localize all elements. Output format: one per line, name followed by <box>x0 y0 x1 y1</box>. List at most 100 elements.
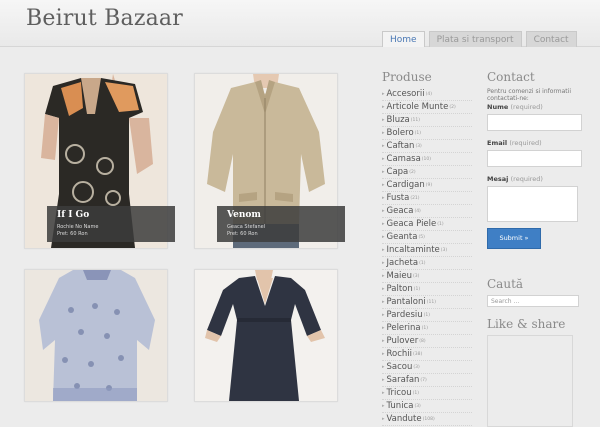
category-item[interactable]: ▸ Geanta(5) <box>382 231 472 244</box>
product-subtitle: Rochie No Name <box>57 224 99 230</box>
category-item[interactable]: ▸ Pardesiu(1) <box>382 309 472 322</box>
category-count: (3) <box>415 144 422 149</box>
category-item[interactable]: ▸ Geaca(4) <box>382 205 472 218</box>
product-card[interactable] <box>24 269 168 402</box>
category-name[interactable]: Caftan <box>387 141 415 151</box>
site-title[interactable]: Beirut Bazaar <box>26 6 183 31</box>
arrow-right-icon: ▸ <box>382 260 385 266</box>
category-item[interactable]: ▸ Cardigan(9) <box>382 179 472 192</box>
category-item[interactable]: ▸ Pelerina(1) <box>382 322 472 335</box>
site-header: Beirut Bazaar Home Plata si transport Co… <box>0 0 600 47</box>
submit-button[interactable]: Submit » <box>487 228 541 249</box>
category-name[interactable]: Sacou <box>387 362 413 372</box>
category-item[interactable]: ▸ Vandute(108) <box>382 413 472 426</box>
product-photo[interactable] <box>25 270 167 401</box>
category-name[interactable]: Geanta <box>387 232 418 242</box>
nav-tab-contact[interactable]: Contact <box>525 31 577 47</box>
category-count: (1) <box>421 326 428 331</box>
category-name[interactable]: Pantaloni <box>387 297 426 307</box>
category-name[interactable]: Fusta <box>387 193 410 203</box>
product-photo[interactable] <box>195 270 337 401</box>
category-name[interactable]: Vandute <box>387 414 422 424</box>
category-name[interactable]: Jacheta <box>387 258 419 268</box>
category-item[interactable]: ▸ Pantaloni(11) <box>382 296 472 309</box>
category-count: (1) <box>414 131 422 136</box>
category-item[interactable]: ▸ Pulover(8) <box>382 335 472 348</box>
sidebar-widgets: Contact Pentru comenzi si informatii con… <box>487 70 582 427</box>
category-item[interactable]: ▸ Palton(1) <box>382 283 472 296</box>
email-required: (required) <box>509 139 542 147</box>
category-count: (1) <box>423 313 430 318</box>
category-count: (11) <box>426 300 436 305</box>
category-name[interactable]: Palton <box>387 284 413 294</box>
name-label-text: Nume <box>487 103 509 111</box>
category-name[interactable]: Accesorii <box>387 89 425 99</box>
product-title[interactable]: Venom <box>227 210 261 220</box>
category-count: (3) <box>440 248 448 253</box>
category-count: (108) <box>422 417 435 422</box>
category-name[interactable]: Pardesiu <box>387 310 423 320</box>
product-title[interactable]: If I Go <box>57 210 89 220</box>
message-required: (required) <box>510 175 543 183</box>
category-count: (3) <box>413 274 420 279</box>
category-item[interactable]: ▸ Maieu(3) <box>382 270 472 283</box>
arrow-right-icon: ▸ <box>382 273 385 279</box>
nav-tab-home[interactable]: Home <box>382 31 425 47</box>
email-label: Email (required) <box>487 139 579 148</box>
contact-title: Contact <box>487 70 535 84</box>
category-name[interactable]: Geaca Piele <box>387 219 437 229</box>
category-name[interactable]: Bolero <box>387 128 414 138</box>
category-name[interactable]: Articole Munte <box>387 102 449 112</box>
category-item[interactable]: ▸ Camasa(10) <box>382 153 472 166</box>
category-item[interactable]: ▸ Geaca Piele(1) <box>382 218 472 231</box>
category-name[interactable]: Geaca <box>387 206 414 216</box>
category-item[interactable]: ▸ Sacou(3) <box>382 361 472 374</box>
category-item[interactable]: ▸ Tunica(3) <box>382 400 472 413</box>
category-count: (1) <box>412 391 419 396</box>
category-item[interactable]: ▸ Caftan(3) <box>382 140 472 153</box>
category-item[interactable]: ▸ Capa(2) <box>382 166 472 179</box>
category-item[interactable]: ▸ Jacheta(1) <box>382 257 472 270</box>
message-field[interactable] <box>487 186 578 222</box>
category-name[interactable]: Camasa <box>387 154 421 164</box>
search-input[interactable]: Search ... <box>487 295 579 307</box>
arrow-right-icon: ▸ <box>382 234 385 240</box>
category-count: (9) <box>425 183 433 188</box>
arrow-right-icon: ▸ <box>382 338 385 344</box>
category-name[interactable]: Cardigan <box>387 180 425 190</box>
category-name[interactable]: Bluza <box>387 115 410 125</box>
category-name[interactable]: Tunica <box>387 401 414 411</box>
category-name[interactable]: Rochii <box>387 349 413 359</box>
category-name[interactable]: Maieu <box>387 271 413 281</box>
name-field[interactable] <box>487 114 582 131</box>
category-name[interactable]: Sarafan <box>387 375 420 385</box>
category-count: (3) <box>414 404 421 409</box>
category-item[interactable]: ▸ Tricou(1) <box>382 387 472 400</box>
arrow-right-icon: ▸ <box>382 299 385 305</box>
main-nav: Home Plata si transport Contact <box>382 31 577 47</box>
product-card[interactable] <box>194 269 338 402</box>
category-item[interactable]: ▸ Incaltaminte(3) <box>382 244 472 257</box>
product-card[interactable]: If I Go Rochie No Name Pret: 60 Ron <box>24 73 175 249</box>
category-item[interactable]: ▸ Fusta(21) <box>382 192 472 205</box>
email-field[interactable] <box>487 150 582 167</box>
category-count: (5) <box>418 235 425 240</box>
arrow-right-icon: ▸ <box>382 130 385 136</box>
product-card[interactable]: Venom Geaca Stefanel Pret: 60 Ron <box>194 73 345 249</box>
category-name[interactable]: Pulover <box>387 336 419 346</box>
category-item[interactable]: ▸ Rochii(38) <box>382 348 472 361</box>
category-item[interactable]: ▸ Bluza(11) <box>382 114 472 127</box>
category-name[interactable]: Pelerina <box>387 323 421 333</box>
category-item[interactable]: ▸ Accesorii(4) <box>382 88 472 101</box>
category-name[interactable]: Tricou <box>387 388 412 398</box>
nav-tab-plata-transport[interactable]: Plata si transport <box>428 31 522 47</box>
category-count: (2) <box>449 105 456 110</box>
category-name[interactable]: Incaltaminte <box>387 245 440 255</box>
category-item[interactable]: ▸ Articole Munte(2) <box>382 101 472 114</box>
category-item[interactable]: ▸ Sarafan(7) <box>382 374 472 387</box>
category-item[interactable]: ▸ Bolero(1) <box>382 127 472 140</box>
message-label: Mesaj (required) <box>487 175 579 184</box>
product-subtitle: Geaca Stefanel <box>227 224 266 230</box>
category-name[interactable]: Capa <box>387 167 409 177</box>
search-title: Caută <box>487 277 524 291</box>
